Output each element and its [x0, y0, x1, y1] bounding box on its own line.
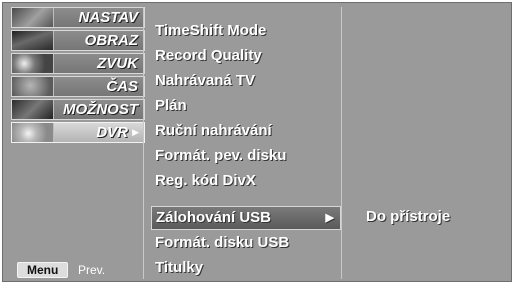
- menu-item-manual-record[interactable]: Ruční nahrávání: [151, 119, 341, 143]
- prev-label: Prev.: [78, 263, 106, 277]
- category-picture[interactable]: OBRAZ: [11, 30, 145, 51]
- osd-menu-panel: NASTAV OBRAZ ZVUK ČAS MOŽNOST DVR ▶ Menu…: [2, 2, 512, 282]
- menu-item-usb-backup[interactable]: Zálohování USB ▶: [151, 206, 341, 230]
- menu-item-record-quality[interactable]: Record Quality: [151, 44, 341, 68]
- dvr-menu-list: TimeShift Mode Record Quality Nahrávaná …: [143, 7, 342, 279]
- menu-key-badge[interactable]: Menu: [17, 262, 69, 278]
- category-column: NASTAV OBRAZ ZVUK ČAS MOŽNOST DVR ▶ Menu…: [7, 7, 145, 279]
- menu-item-label: Nahrávaná TV: [155, 72, 256, 89]
- menu-item-label: Plán: [155, 97, 187, 114]
- menu-item-label: Titulky: [155, 259, 204, 276]
- category-label: ZVUK: [97, 55, 138, 72]
- dvr-icon: [12, 123, 54, 142]
- category-option[interactable]: MOŽNOST: [11, 99, 145, 120]
- arrow-right-icon: ▶: [325, 212, 334, 224]
- category-label: MOŽNOST: [63, 101, 138, 118]
- picture-icon: [12, 31, 54, 50]
- category-dvr[interactable]: DVR ▶: [11, 122, 145, 143]
- menu-item-label: TimeShift Mode: [155, 22, 267, 39]
- menu-item-divx-reg-code[interactable]: Reg. kód DivX: [151, 169, 341, 193]
- category-label: NASTAV: [78, 9, 138, 26]
- menu-item-label: Record Quality: [155, 47, 262, 64]
- menu-item-subtitles[interactable]: Titulky: [151, 256, 341, 280]
- category-time[interactable]: ČAS: [11, 76, 145, 97]
- time-icon: [12, 77, 54, 96]
- menu-item-label: Formát. pev. disku: [155, 147, 287, 164]
- menu-item-recorded-tv[interactable]: Nahrávaná TV: [151, 69, 341, 93]
- category-setup[interactable]: NASTAV: [11, 7, 145, 28]
- category-label: OBRAZ: [84, 32, 138, 49]
- category-audio[interactable]: ZVUK: [11, 53, 145, 74]
- category-label: ČAS: [106, 78, 138, 95]
- setup-icon: [12, 8, 54, 27]
- submenu-item-to-device[interactable]: Do přístroje: [366, 205, 450, 229]
- submenu-item-label: Do přístroje: [366, 208, 451, 225]
- menu-item-format-usb[interactable]: Formát. disku USB: [151, 231, 341, 255]
- menu-item-label: Zálohování USB: [156, 209, 272, 226]
- arrow-right-icon: ▶: [132, 127, 139, 137]
- menu-item-timeshift-mode[interactable]: TimeShift Mode: [151, 19, 341, 43]
- submenu-column: Do přístroje: [342, 7, 509, 279]
- audio-icon: [12, 54, 54, 73]
- menu-item-label: Reg. kód DivX: [155, 172, 256, 189]
- category-label: DVR: [96, 124, 128, 141]
- menu-item-format-hdd[interactable]: Formát. pev. disku: [151, 144, 341, 168]
- menu-item-label: Formát. disku USB: [155, 234, 290, 251]
- option-icon: [12, 100, 54, 119]
- menu-item-schedule[interactable]: Plán: [151, 94, 341, 118]
- menu-item-label: Ruční nahrávání: [155, 122, 272, 139]
